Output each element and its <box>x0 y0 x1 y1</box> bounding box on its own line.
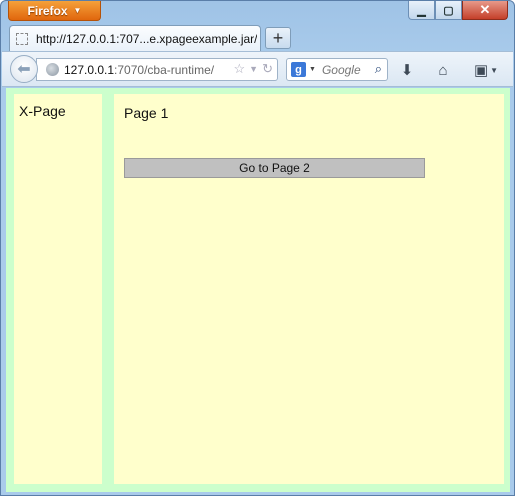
globe-icon <box>46 63 59 76</box>
bookmark-star-icon[interactable]: ☆ <box>234 61 246 77</box>
firefox-menu-label: Firefox <box>27 3 68 18</box>
download-arrow-icon: ⬇ <box>400 62 414 79</box>
url-bar[interactable]: 127.0.0.1:7070/cba-runtime/ ☆ ▼ ↻ <box>36 58 278 81</box>
new-tab-button[interactable]: + <box>265 27 291 49</box>
search-engine-dropdown-icon[interactable]: ▼ <box>309 66 316 73</box>
back-button[interactable]: ⬅ <box>10 55 38 83</box>
reload-icon[interactable]: ↻ <box>262 61 273 77</box>
tab-active[interactable]: http://127.0.0.1:707...e.xpageexample.ja… <box>9 25 261 51</box>
page-title: Page 1 <box>124 105 169 121</box>
firefox-menu-button[interactable]: Firefox ▼ <box>8 1 101 21</box>
sidebar-panel: X-Page <box>14 94 102 484</box>
close-window-button[interactable]: ✕ <box>462 1 508 20</box>
maximize-button[interactable]: ▢ <box>435 1 462 20</box>
url-host: 127.0.0.1 <box>64 62 115 77</box>
history-dropdown-icon[interactable]: ▼ <box>249 61 258 77</box>
home-icon: ⌂ <box>438 61 448 79</box>
home-button[interactable]: ⌂ <box>432 60 454 80</box>
go-to-page-2-button[interactable]: Go to Page 2 <box>124 158 425 178</box>
page-icon <box>16 32 28 45</box>
navigation-toolbar: 127.0.0.1:7070/cba-runtime/ ☆ ▼ ↻ ⬅ g ▼ … <box>2 51 513 87</box>
bookmarks-star-icon: ▣ <box>473 62 489 79</box>
search-bar[interactable]: g ▼ Google ⌕ <box>286 58 388 81</box>
url-path: :7070/cba-runtime/ <box>114 62 215 77</box>
back-arrow-icon: ⬅ <box>17 61 31 78</box>
browser-window: Firefox ▼ ▁ ▢ ✕ http://127.0.0.1:707...e… <box>0 0 515 496</box>
main-panel: Page 1 Go to Page 2 <box>114 94 504 484</box>
search-placeholder: Google <box>321 62 361 77</box>
tab-title: http://127.0.0.1:707...e.xpageexample.ja… <box>36 31 258 46</box>
window-controls: ▁ ▢ ✕ <box>408 1 508 20</box>
bookmarks-menu-button[interactable]: ▣ ▼ <box>470 60 502 80</box>
search-icon[interactable]: ⌕ <box>375 61 382 77</box>
tab-bar: http://127.0.0.1:707...e.xpageexample.ja… <box>9 25 509 51</box>
downloads-button[interactable]: ⬇ <box>396 60 418 80</box>
url-bar-icons: ☆ ▼ ↻ <box>234 61 273 77</box>
chevron-down-icon: ▼ <box>73 6 82 15</box>
sidebar-title: X-Page <box>19 103 66 119</box>
minimize-button[interactable]: ▁ <box>408 1 435 20</box>
chevron-down-icon: ▼ <box>490 65 499 75</box>
page-content: X-Page Page 1 Go to Page 2 <box>6 88 510 492</box>
google-icon[interactable]: g <box>291 62 306 77</box>
